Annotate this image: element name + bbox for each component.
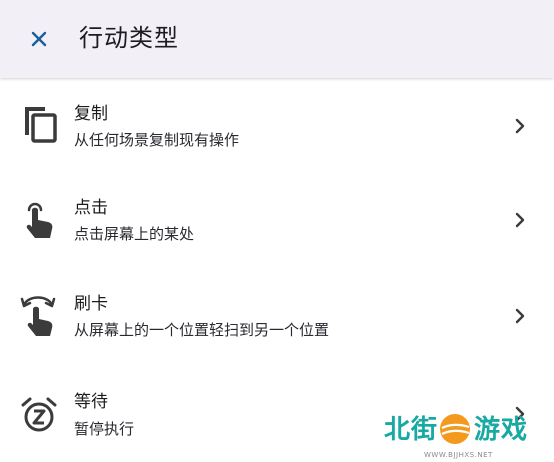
chevron-right-icon bbox=[508, 114, 532, 138]
tap-gesture-icon bbox=[18, 196, 60, 242]
top-app-bar: 行动类型 bbox=[0, 0, 554, 78]
action-type-description: 从屏幕上的一个位置轻扫到另一个位置 bbox=[74, 321, 330, 339]
close-button[interactable] bbox=[22, 22, 56, 56]
watermark-text-right: 游戏 bbox=[474, 415, 529, 445]
action-type-description: 点击屏幕上的某处 bbox=[74, 225, 195, 243]
action-type-label: 点击 bbox=[74, 198, 108, 218]
page-title: 行动类型 bbox=[79, 24, 179, 52]
watermark-url: WWW.BJJHXS.NET bbox=[424, 451, 493, 459]
watermark-logo: 北街 游戏 WWW.BJJHXS.NET bbox=[384, 410, 552, 462]
action-type-label: 刷卡 bbox=[74, 294, 108, 314]
action-type-label: 复制 bbox=[74, 104, 108, 124]
action-type-description: 从任何场景复制现有操作 bbox=[74, 131, 240, 149]
action-type-copy[interactable]: 复制 从任何场景复制现有操作 bbox=[0, 78, 554, 174]
chevron-right-icon bbox=[508, 208, 532, 232]
snooze-alarm-icon bbox=[18, 392, 60, 438]
watermark-text-left: 北街 bbox=[384, 415, 439, 445]
action-type-tap[interactable]: 点击 点击屏幕上的某处 bbox=[0, 174, 554, 270]
action-type-swipe[interactable]: 刷卡 从屏幕上的一个位置轻扫到另一个位置 bbox=[0, 270, 554, 366]
action-type-label: 等待 bbox=[74, 392, 108, 412]
watermark-emblem bbox=[440, 414, 470, 444]
chevron-right-icon bbox=[508, 304, 532, 328]
close-icon bbox=[31, 31, 47, 47]
copy-icon bbox=[18, 100, 60, 146]
swipe-gesture-icon bbox=[18, 292, 60, 338]
action-type-description: 暂停执行 bbox=[74, 420, 135, 438]
